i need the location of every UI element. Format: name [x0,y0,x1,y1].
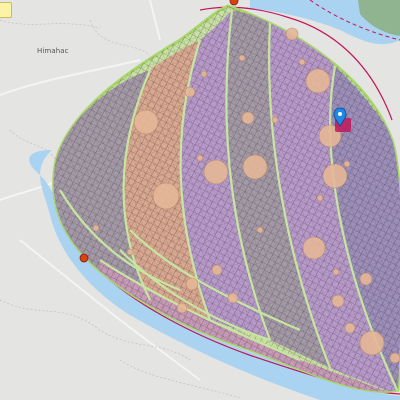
map-canvas[interactable] [0,0,400,400]
map-control-button[interactable] [0,2,12,18]
place-label: Himahac [37,47,69,55]
point-marker[interactable] [229,0,239,6]
point-marker[interactable] [79,253,89,263]
